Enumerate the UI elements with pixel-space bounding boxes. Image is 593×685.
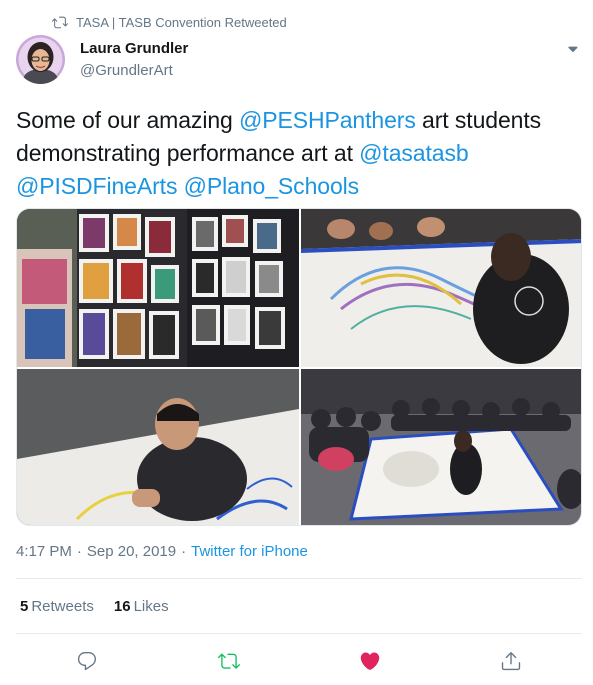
tweet-text: Some of our amazing @PESHPanthers art st… bbox=[16, 104, 581, 203]
reply-icon bbox=[77, 652, 97, 671]
like-icon bbox=[360, 652, 380, 670]
student-drawing-on-paper-photo[interactable] bbox=[301, 209, 581, 367]
retweets-stat[interactable]: 5 Retweets bbox=[20, 598, 94, 615]
mention-link[interactable]: @Plano_Schools bbox=[184, 173, 359, 199]
divider bbox=[16, 633, 582, 634]
share-icon bbox=[501, 652, 521, 671]
avatar-image bbox=[16, 35, 65, 84]
likes-label: Likes bbox=[133, 598, 169, 615]
retweet-context[interactable]: TASA | TASB Convention Retweeted bbox=[52, 12, 287, 32]
tweet-time[interactable]: 4:17 PM bbox=[16, 543, 72, 560]
author-name[interactable]: Laura Grundler bbox=[80, 40, 188, 57]
mention-link[interactable]: @PESHPanthers bbox=[239, 107, 416, 133]
mention-link[interactable]: @tasatasb bbox=[359, 140, 469, 166]
retweet-context-label[interactable]: TASA | TASB Convention Retweeted bbox=[76, 15, 287, 30]
tweet-text-part: Some of our amazing bbox=[16, 107, 240, 133]
like-button[interactable] bbox=[359, 650, 383, 674]
likes-count: 16 bbox=[113, 598, 131, 615]
meta-separator: · bbox=[181, 543, 187, 560]
art-display-wall-photo[interactable] bbox=[17, 209, 299, 367]
author-handle[interactable]: @GrundlerArt bbox=[80, 62, 173, 79]
share-button[interactable] bbox=[500, 650, 524, 674]
action-bar bbox=[0, 650, 593, 674]
engagement-stats: 5 Retweets 16 Likes bbox=[20, 598, 189, 615]
media-grid bbox=[16, 208, 582, 526]
profile-avatar[interactable] bbox=[16, 35, 65, 84]
crowd-watching-performance-photo[interactable] bbox=[301, 369, 581, 525]
reply-button[interactable] bbox=[76, 650, 100, 674]
tweet-date[interactable]: Sep 20, 2019 bbox=[87, 543, 176, 560]
retweets-label: Retweets bbox=[31, 598, 94, 615]
retweet-button[interactable] bbox=[218, 650, 242, 674]
retweet-icon bbox=[218, 653, 240, 669]
chevron-down-icon[interactable] bbox=[564, 40, 582, 58]
divider bbox=[16, 578, 582, 579]
student-kneeling-drawing-photo[interactable] bbox=[17, 369, 299, 525]
meta-separator: · bbox=[76, 543, 82, 560]
retweet-icon bbox=[52, 16, 68, 29]
tweet-meta: 4:17 PM · Sep 20, 2019 · Twitter for iPh… bbox=[16, 543, 308, 560]
retweets-count: 5 bbox=[20, 598, 29, 615]
likes-stat[interactable]: 16 Likes bbox=[114, 598, 169, 615]
tweet-source-link[interactable]: Twitter for iPhone bbox=[191, 543, 308, 560]
mention-link[interactable]: @PISDFineArts bbox=[16, 173, 177, 199]
